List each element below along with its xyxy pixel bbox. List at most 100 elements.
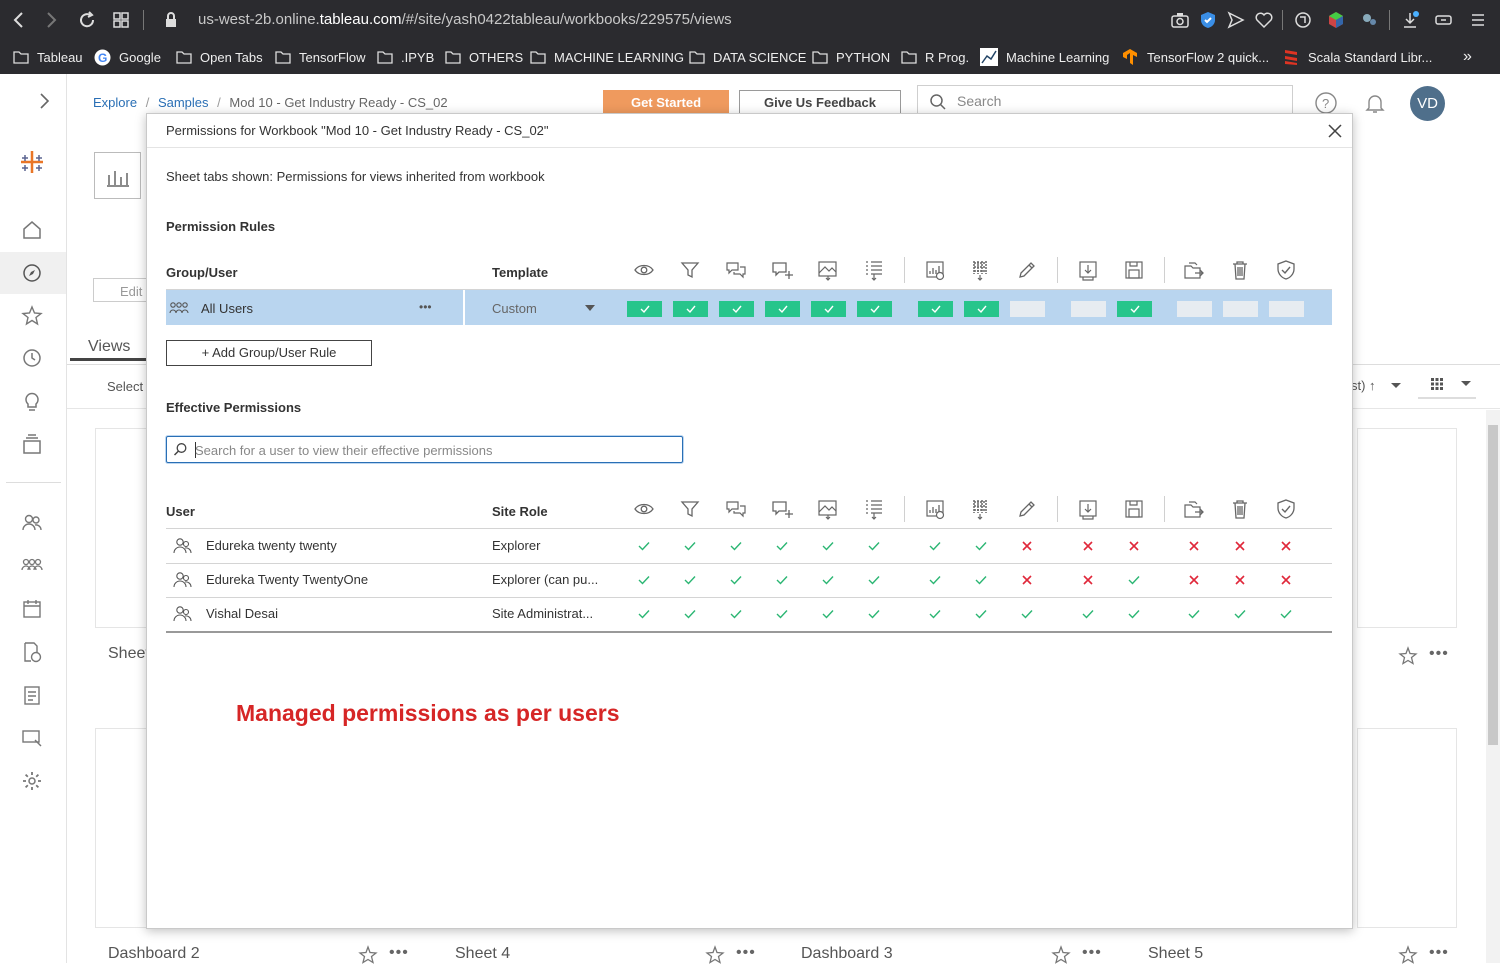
breadcrumb-samples[interactable]: Samples xyxy=(158,95,209,110)
rule-cell-move-icon-unspecified[interactable] xyxy=(1177,301,1212,317)
rule-cell-download-summary-data-icon-allowed[interactable] xyxy=(857,301,892,317)
rule-cell-view-comments-icon-allowed[interactable] xyxy=(719,301,754,317)
url-bar[interactable]: us-west-2b.online.tableau.com/#/site/yas… xyxy=(198,11,732,28)
tasks-icon[interactable] xyxy=(20,640,44,664)
bookmark-others[interactable]: OTHERS xyxy=(445,47,523,67)
favorite-star-icon[interactable] xyxy=(705,945,725,965)
download-icon[interactable] xyxy=(1400,10,1420,30)
edit-button[interactable]: Edit xyxy=(93,278,149,302)
view-card-title[interactable]: Sheet 4 xyxy=(455,945,510,963)
bookmark-r-prog[interactable]: R Prog. xyxy=(901,47,969,67)
jobs-icon[interactable] xyxy=(20,683,44,707)
lock-icon[interactable] xyxy=(161,10,181,30)
bookmark-python[interactable]: PYTHON xyxy=(812,47,890,67)
camera-icon[interactable] xyxy=(1170,10,1190,30)
bookmark-scala[interactable]: Scala Standard Libr... xyxy=(1282,47,1432,67)
rule-more-actions-icon[interactable]: ••• xyxy=(419,300,432,314)
home-icon[interactable] xyxy=(20,218,44,242)
tab-views[interactable]: Views xyxy=(88,338,130,356)
extension-cube-icon[interactable] xyxy=(1326,10,1346,30)
global-search-input[interactable]: Search xyxy=(917,85,1293,116)
effective-user-row[interactable]: Vishal Desai Site Administrat... xyxy=(166,597,1332,631)
add-group-user-rule-button[interactable]: + Add Group/User Rule xyxy=(166,340,372,366)
settings-gear-icon[interactable] xyxy=(20,769,44,793)
site-status-icon[interactable] xyxy=(20,726,44,750)
battery-icon[interactable] xyxy=(1434,10,1454,30)
bookmark-machine-learning-folder[interactable]: MACHINE LEARNING xyxy=(530,47,684,67)
more-actions-icon[interactable]: ••• xyxy=(1082,944,1102,962)
bookmark-google[interactable]: G Google xyxy=(94,47,161,67)
breadcrumb-explore[interactable]: Explore xyxy=(93,95,137,110)
tableau-logo-icon[interactable] xyxy=(18,148,46,176)
tab-grid-icon[interactable] xyxy=(111,10,131,30)
collections-icon[interactable] xyxy=(20,433,44,457)
effective-permissions-search-input[interactable]: Search for a user to view their effectiv… xyxy=(166,436,683,463)
bookmark-tensorflow-quick[interactable]: TensorFlow 2 quick... xyxy=(1121,47,1269,67)
more-actions-icon[interactable]: ••• xyxy=(389,944,409,962)
rule-cell-overwrite-icon-unspecified[interactable] xyxy=(1010,301,1045,317)
give-feedback-button[interactable]: Give Us Feedback xyxy=(739,90,901,115)
favorite-star-icon[interactable] xyxy=(1398,646,1418,666)
schedules-calendar-icon[interactable] xyxy=(20,597,44,621)
bookmark-ipyb[interactable]: .IPYB xyxy=(377,47,434,67)
bookmark-tensorflow[interactable]: TensorFlow xyxy=(275,47,365,67)
favorite-star-icon[interactable] xyxy=(1051,945,1071,965)
notifications-bell-icon[interactable] xyxy=(1363,91,1387,115)
groups-icon[interactable] xyxy=(20,554,44,578)
bookmark-machine-learning[interactable]: Machine Learning xyxy=(980,47,1109,67)
view-toggle[interactable] xyxy=(1418,371,1476,399)
recents-clock-icon[interactable] xyxy=(20,346,44,370)
select-label[interactable]: Select xyxy=(107,379,143,394)
send-icon[interactable] xyxy=(1226,10,1246,30)
rule-cell-view-icon-allowed[interactable] xyxy=(627,301,662,317)
rule-cell-filter-icon-allowed[interactable] xyxy=(673,301,708,317)
favorites-star-icon[interactable] xyxy=(20,304,44,328)
favorite-star-icon[interactable] xyxy=(358,945,378,965)
view-card-title[interactable]: Dashboard 3 xyxy=(801,945,893,963)
close-icon[interactable] xyxy=(1327,123,1343,139)
view-card-title[interactable]: Dashboard 2 xyxy=(108,945,200,963)
recommendations-bulb-icon[interactable] xyxy=(20,390,44,414)
view-card-thumbnail[interactable] xyxy=(1357,728,1457,928)
user-avatar[interactable]: VD xyxy=(1410,86,1445,121)
bookmark-open-tabs[interactable]: Open Tabs xyxy=(176,47,263,67)
rule-cell-download-full-data-icon-allowed[interactable] xyxy=(918,301,953,317)
back-icon[interactable] xyxy=(9,10,29,30)
help-icon[interactable]: ? xyxy=(1314,91,1338,115)
sort-label[interactable]: st) ↑ xyxy=(1351,378,1376,393)
heart-icon[interactable] xyxy=(1254,10,1274,30)
favorite-star-icon[interactable] xyxy=(1398,945,1418,965)
view-card-thumbnail[interactable] xyxy=(1357,428,1457,628)
page-scrollbar[interactable] xyxy=(1486,410,1500,963)
users-icon[interactable] xyxy=(20,511,44,535)
get-started-button[interactable]: Get Started xyxy=(603,90,729,115)
rule-cell-delete-icon-unspecified[interactable] xyxy=(1223,301,1258,317)
permission-rule-row[interactable]: All Users ••• Custom xyxy=(166,290,1332,325)
more-actions-icon[interactable]: ••• xyxy=(1429,645,1449,663)
rule-cell-set-permissions-icon-unspecified[interactable] xyxy=(1269,301,1304,317)
menu-icon[interactable] xyxy=(1468,10,1488,30)
rule-cell-save-as-icon-allowed[interactable] xyxy=(1117,301,1152,317)
template-select[interactable]: Custom xyxy=(492,301,537,316)
bookmark-data-science[interactable]: DATA SCIENCE xyxy=(689,47,806,67)
explore-compass-icon[interactable] xyxy=(20,261,44,285)
more-actions-icon[interactable]: ••• xyxy=(736,944,756,962)
view-card-title[interactable]: Sheet 5 xyxy=(1148,945,1203,963)
view-card-title[interactable]: Sheet xyxy=(108,645,150,663)
more-actions-icon[interactable]: ••• xyxy=(1429,944,1449,962)
rule-cell-web-edit-icon-allowed[interactable] xyxy=(964,301,999,317)
more-bookmarks[interactable]: » xyxy=(1463,47,1472,67)
rule-cell-add-comment-icon-allowed[interactable] xyxy=(765,301,800,317)
effective-user-row[interactable]: Edureka Twenty TwentyOne Explorer (can pu… xyxy=(166,563,1332,597)
reload-icon[interactable] xyxy=(77,10,97,30)
template-dropdown-icon[interactable] xyxy=(585,305,595,311)
extension-evernote-icon[interactable] xyxy=(1293,10,1313,30)
expand-chevron-icon[interactable] xyxy=(36,91,52,111)
sort-dropdown-icon[interactable] xyxy=(1390,382,1402,390)
bookmark-tableau[interactable]: Tableau xyxy=(13,47,83,67)
forward-icon[interactable] xyxy=(41,10,61,30)
rule-cell-download-image-icon-allowed[interactable] xyxy=(811,301,846,317)
effective-user-row[interactable]: Edureka twenty twenty Explorer xyxy=(166,529,1332,563)
shield-icon[interactable] xyxy=(1198,10,1218,30)
rule-cell-download-workbook-icon-unspecified[interactable] xyxy=(1071,301,1106,317)
